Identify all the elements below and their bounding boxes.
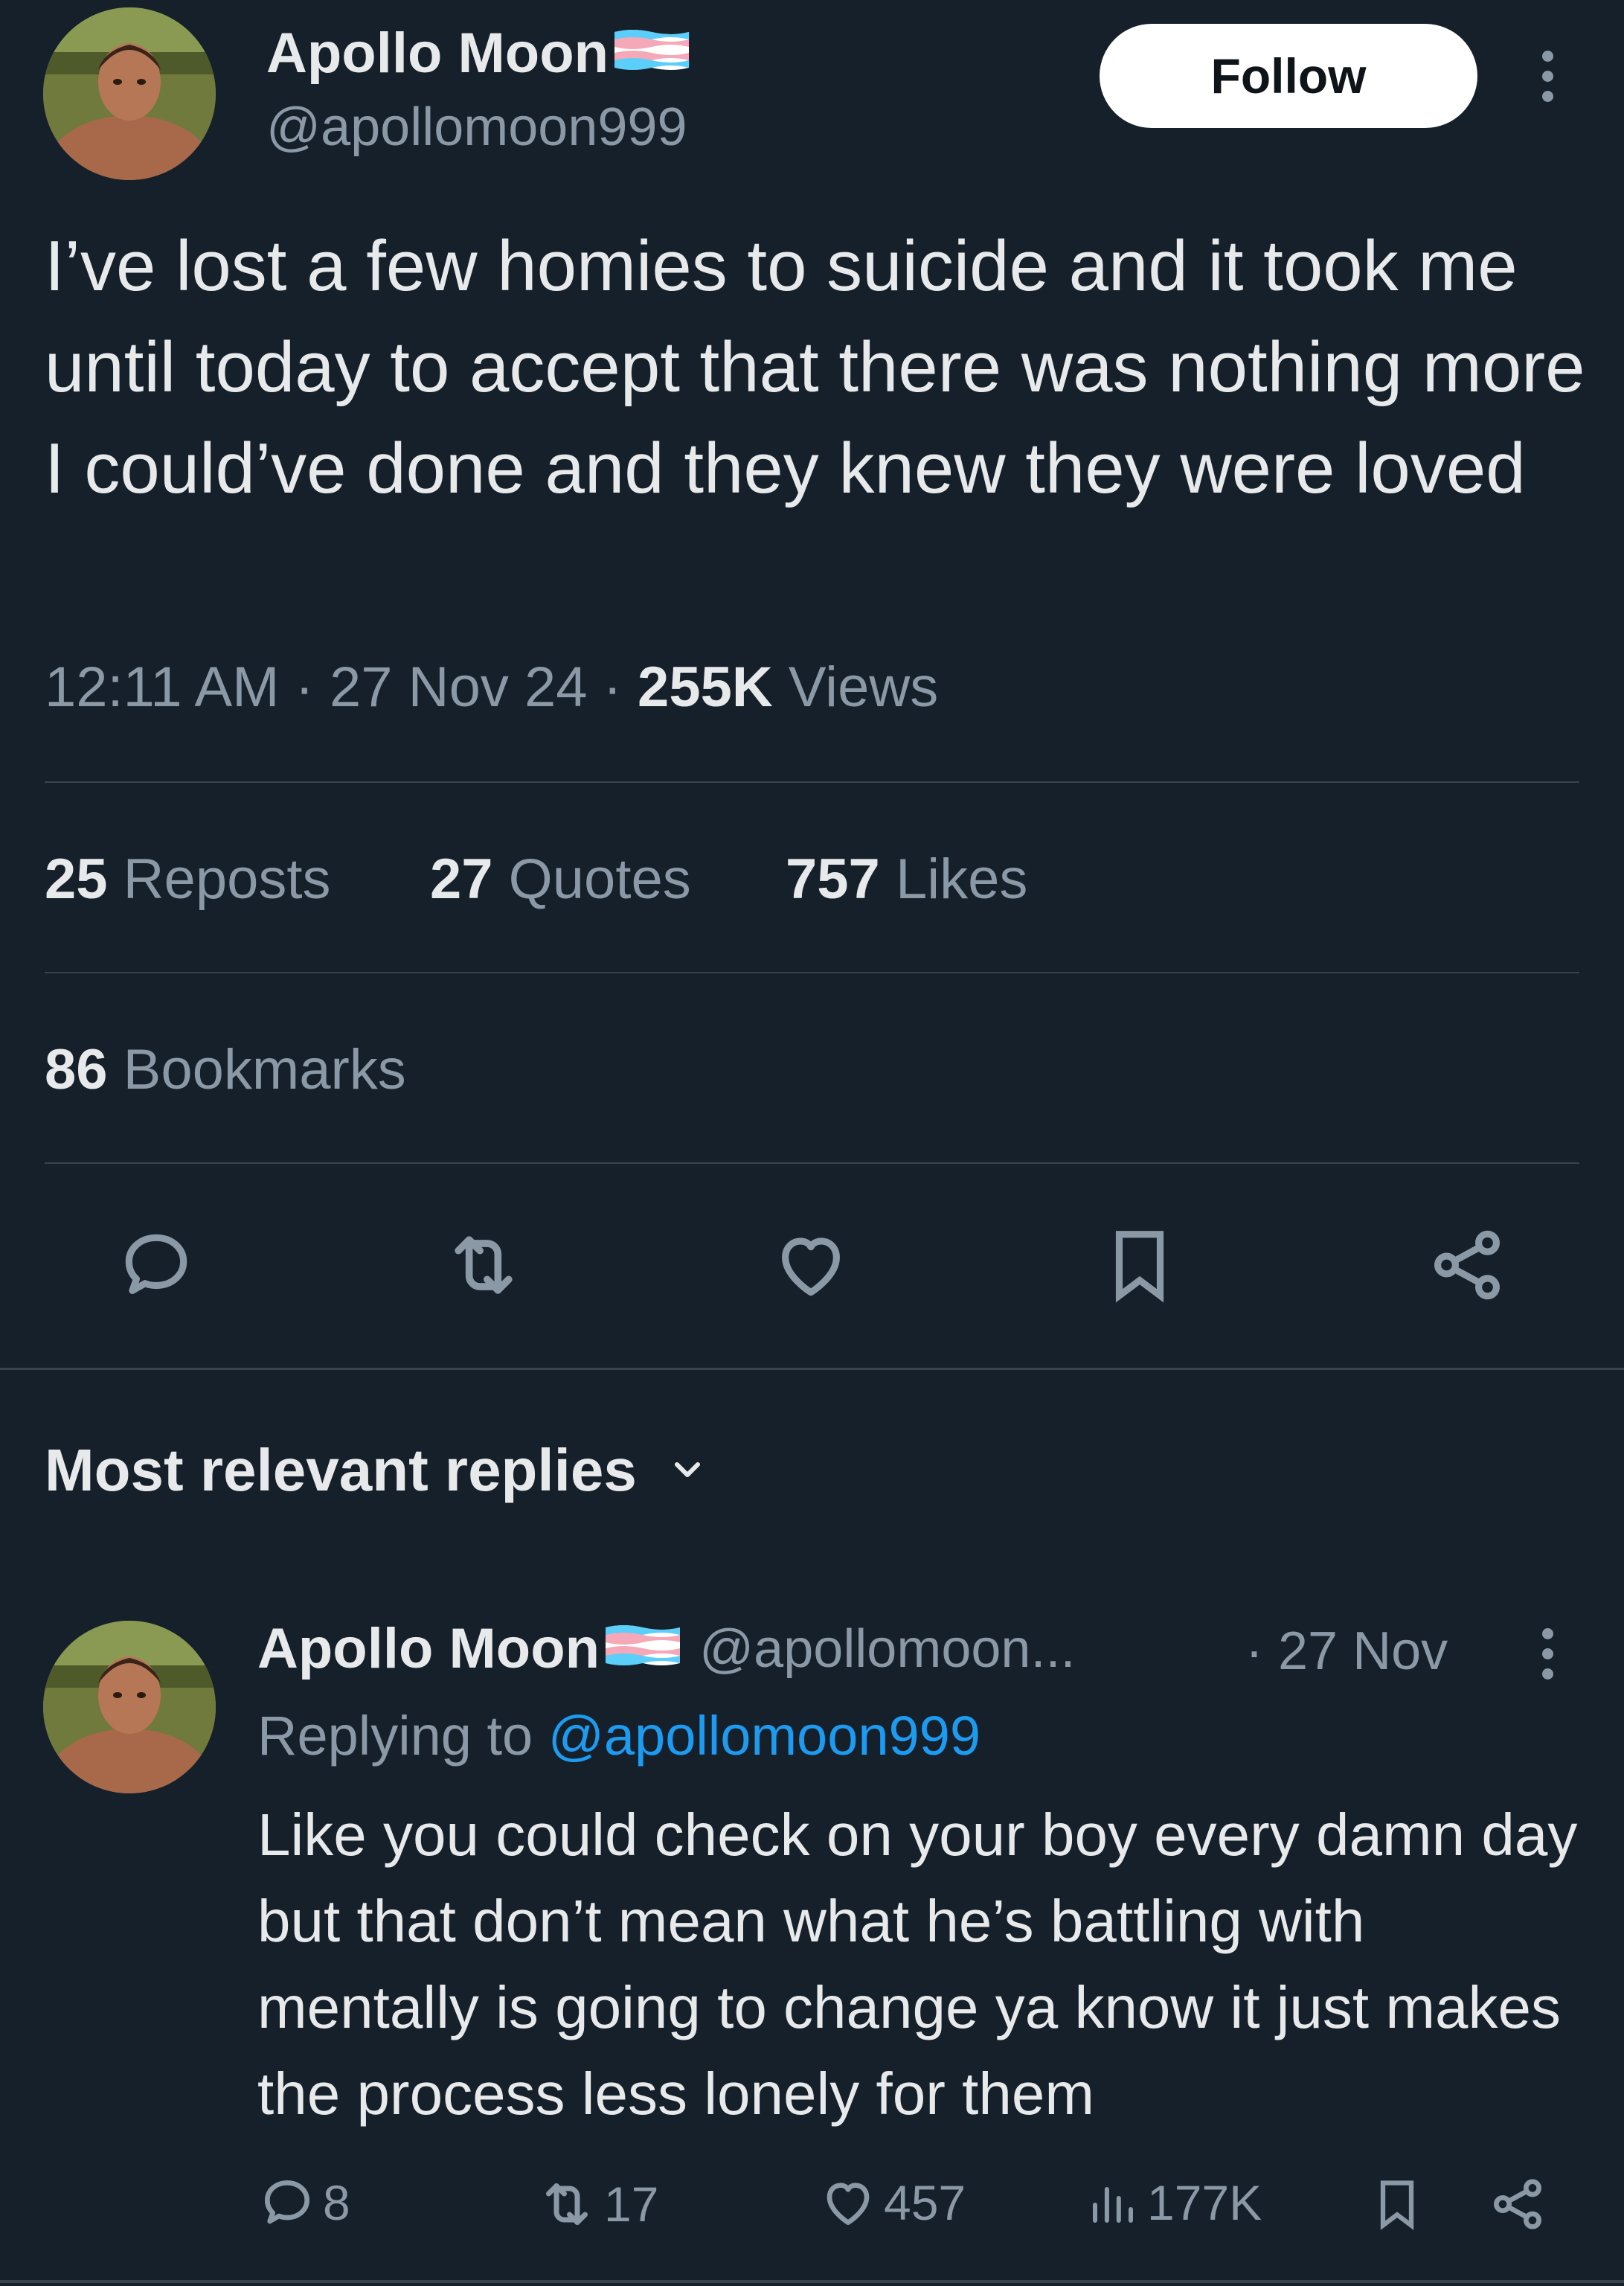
quotes-stat[interactable]: 27 Quotes bbox=[430, 847, 691, 912]
reply-more-options-icon[interactable] bbox=[1532, 1624, 1562, 1683]
reply-author-handle[interactable]: @apollomoon... bbox=[699, 1619, 1075, 1680]
section-divider bbox=[0, 1368, 1624, 1370]
replying-to-handle[interactable]: @apollomoon999 bbox=[548, 1705, 981, 1767]
chevron-down-icon bbox=[667, 1436, 708, 1505]
like-count: 457 bbox=[884, 2175, 966, 2230]
view-count: 177K bbox=[1147, 2175, 1262, 2230]
replies-sort-dropdown[interactable]: Most relevant replies bbox=[45, 1436, 708, 1505]
like-icon[interactable] bbox=[766, 1220, 856, 1310]
author-avatar[interactable] bbox=[43, 7, 216, 180]
divider bbox=[45, 1162, 1579, 1164]
trans-flag-icon bbox=[604, 1616, 681, 1681]
repost-count: 17 bbox=[604, 2177, 659, 2232]
bookmark-icon[interactable] bbox=[1095, 1220, 1184, 1310]
reply-author-avatar[interactable] bbox=[43, 1621, 216, 1793]
follow-button[interactable]: Follow bbox=[1100, 24, 1477, 128]
bottom-divider bbox=[0, 2280, 1624, 2283]
repost-icon bbox=[536, 2173, 598, 2235]
share-icon[interactable] bbox=[1422, 1220, 1512, 1310]
replies-section-title: Most relevant replies bbox=[45, 1437, 637, 1503]
reposts-stat[interactable]: 25 Reposts bbox=[45, 847, 330, 912]
replying-to: Replying to @apollomoon999 bbox=[257, 1705, 981, 1767]
reply-repost-button[interactable]: 17 bbox=[536, 2173, 658, 2235]
likes-stat[interactable]: 757 Likes bbox=[786, 847, 1027, 912]
views-chart-icon bbox=[1086, 2173, 1140, 2232]
reply-author-name[interactable]: Apollo Moon bbox=[257, 1616, 681, 1681]
author-handle[interactable]: @apollomoon999 bbox=[266, 97, 687, 158]
repost-icon[interactable] bbox=[439, 1220, 528, 1310]
tweet-date[interactable]: 27 Nov 24 bbox=[330, 656, 587, 719]
divider bbox=[45, 781, 1579, 783]
tweet-text: I’ve lost a few homies to suicide and it… bbox=[45, 226, 1585, 508]
more-options-icon[interactable] bbox=[1532, 46, 1562, 106]
reply-icon bbox=[257, 2173, 317, 2232]
reply-text: Like you could check on your boy every d… bbox=[257, 1802, 1578, 2127]
share-icon[interactable] bbox=[1486, 2173, 1549, 2235]
divider bbox=[45, 972, 1579, 973]
author-name[interactable]: Apollo Moon bbox=[266, 21, 690, 86]
bookmarks-stat[interactable]: 86 Bookmarks bbox=[45, 1037, 406, 1102]
views-label: Views bbox=[788, 656, 939, 719]
reply-icon[interactable] bbox=[112, 1220, 201, 1310]
reply-views-button[interactable]: 177K bbox=[1086, 2173, 1262, 2232]
tweet-time[interactable]: 12:11 AM bbox=[45, 656, 279, 719]
views-count: 255K bbox=[638, 656, 773, 719]
reply-header: Apollo Moon @apollomoon... bbox=[257, 1616, 1075, 1681]
like-icon bbox=[818, 2173, 878, 2232]
reply-like-button[interactable]: 457 bbox=[818, 2173, 966, 2232]
reply-reply-button[interactable]: 8 bbox=[257, 2173, 350, 2232]
bookmark-icon[interactable] bbox=[1366, 2173, 1428, 2235]
tweet-meta: 12:11 AM · 27 Nov 24 · 255K Views bbox=[45, 656, 939, 719]
reply-date[interactable]: · 27 Nov bbox=[1245, 1621, 1448, 1682]
trans-flag-icon bbox=[613, 21, 690, 86]
reply-count: 8 bbox=[323, 2175, 350, 2230]
